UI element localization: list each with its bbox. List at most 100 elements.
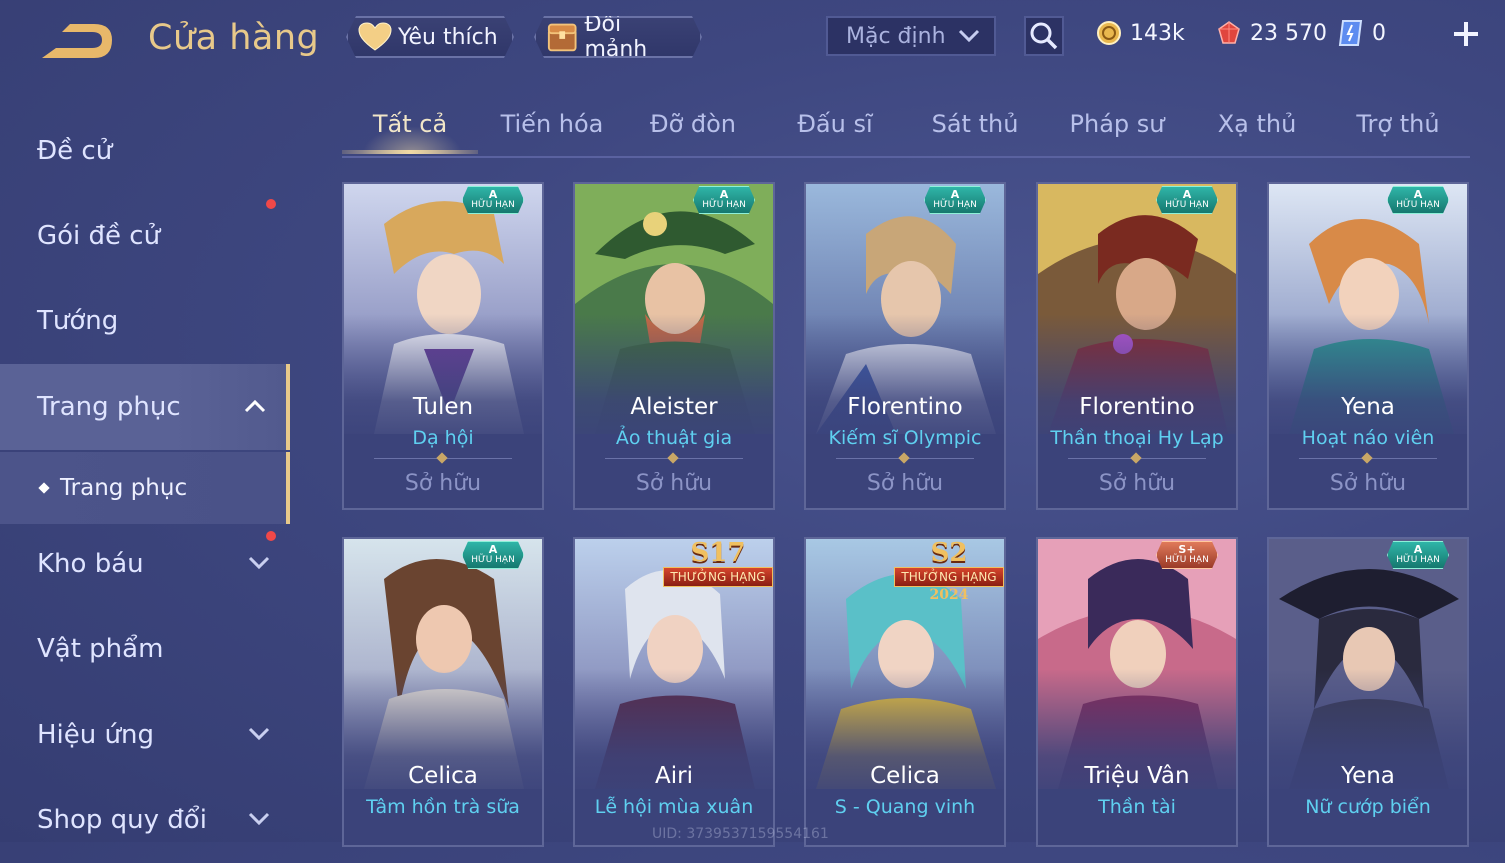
season-badge: S17 THƯỞNG HẠNG: [663, 539, 773, 597]
hero-name: Florentino: [1079, 394, 1195, 420]
skin-card[interactable]: S+ HỮU HẠN Triệu Vân Thần tài: [1036, 537, 1238, 847]
skin-name: Kiếm sĩ Olympic: [828, 427, 982, 449]
sidebar-subitem-label: Trang phục: [60, 475, 188, 501]
gem-amount: 23 570: [1250, 20, 1327, 46]
tab-tank[interactable]: Đỡ đòn: [625, 110, 761, 138]
sidebar-item-items[interactable]: Vật phẩm: [0, 606, 290, 692]
sidebar-item-label: Shop quy đổi: [37, 805, 207, 835]
tab-evolution[interactable]: Tiến hóa: [484, 110, 620, 138]
limited-badge: A HỮU HẠN: [1387, 541, 1449, 569]
active-tab-indicator: [342, 150, 478, 154]
exchange-fragments-button[interactable]: Đổi mảnh: [534, 16, 702, 58]
sidebar-item-treasure[interactable]: Kho báu: [0, 521, 290, 607]
limited-badge: S+ HỮU HẠN: [1156, 541, 1218, 569]
sidebar-item-skins[interactable]: Trang phục: [0, 364, 290, 450]
skin-name: Nữ cướp biển: [1305, 796, 1431, 818]
page-title: Cửa hàng: [148, 18, 320, 58]
skin-card[interactable]: A HỮU HẠN Aleister Ảo thuật gia Sở hữu: [573, 182, 775, 510]
hero-name: Triệu Vân: [1084, 763, 1190, 789]
limited-badge: A HỮU HẠN: [924, 186, 986, 214]
sidebar-item-label: Trang phục: [37, 392, 181, 422]
sidebar-item-heroes[interactable]: Tướng: [0, 278, 290, 364]
plus-icon: [1454, 22, 1478, 46]
search-icon: [1030, 22, 1058, 50]
card-shade: [1038, 669, 1236, 845]
skin-card[interactable]: A HỮU HẠN Florentino Thần thoại Hy Lạp Sở…: [1036, 182, 1238, 510]
voucher-amount: 0: [1372, 20, 1386, 46]
hero-name: Airi: [655, 763, 693, 789]
sidebar-subitem-skins[interactable]: Trang phục: [0, 452, 290, 524]
chevron-down-icon: [958, 29, 980, 43]
skin-name: Dạ hội: [412, 427, 474, 449]
sidebar: Đề cử Gói đề cử Tướng Trang phục Trang p…: [0, 100, 290, 842]
divider: [374, 458, 512, 459]
favorite-label: Yêu thích: [398, 24, 498, 50]
hero-name: Yena: [1341, 394, 1395, 420]
gold-amount: 143k: [1130, 20, 1185, 46]
tab-assassin[interactable]: Sát thủ: [907, 110, 1043, 138]
category-tabs: Tất cả Tiến hóa Đỡ đòn Đấu sĩ Sát thủ Ph…: [342, 100, 1470, 158]
skin-name: Lễ hội mùa xuân: [594, 796, 754, 818]
owned-status: Sở hữu: [404, 471, 482, 496]
season-badge: S2 THƯỞNG HẠNG 2024: [894, 539, 1004, 603]
sidebar-item-label: Đề cử: [37, 136, 113, 166]
limited-badge: A HỮU HẠN: [1387, 186, 1449, 214]
skin-card[interactable]: A HỮU HẠN Celica Tâm hồn trà sữa: [342, 537, 544, 847]
notification-dot: [266, 531, 276, 541]
back-arrow-icon: [42, 24, 112, 58]
heart-icon: [358, 22, 392, 52]
card-shade: [1269, 669, 1467, 845]
hero-name: Aleister: [630, 394, 718, 420]
skin-name: Hoạt náo viên: [1301, 427, 1435, 449]
skin-name: Tâm hồn trà sữa: [366, 796, 520, 818]
favorite-button[interactable]: Yêu thích: [346, 16, 514, 58]
top-up-button[interactable]: [1450, 18, 1482, 50]
sidebar-item-featured[interactable]: Đề cử: [0, 108, 290, 194]
limited-badge: A HỮU HẠN: [1156, 186, 1218, 214]
skin-card[interactable]: A HỮU HẠN Tulen Dạ hội Sở hữu: [342, 182, 544, 510]
back-button[interactable]: [36, 20, 116, 64]
tab-support[interactable]: Trợ thủ: [1330, 110, 1466, 138]
limited-badge: A HỮU HẠN: [693, 186, 755, 214]
chevron-down-icon: [248, 556, 270, 570]
divider: [1299, 458, 1437, 459]
voucher-balance: 0: [1338, 16, 1386, 50]
top-bar: Cửa hàng Yêu thích Đổi mảnh Mặc định 143…: [0, 0, 1505, 80]
sidebar-item-featured-packs[interactable]: Gói đề cử: [0, 193, 290, 279]
skin-card[interactable]: A HỮU HẠN Yena Nữ cướp biển: [1267, 537, 1469, 847]
skin-name: Thần tài: [1098, 796, 1176, 818]
sidebar-item-label: Vật phẩm: [37, 634, 164, 664]
tab-marksman[interactable]: Xạ thủ: [1189, 110, 1325, 138]
owned-status: Sở hữu: [1098, 471, 1176, 496]
skin-card[interactable]: A HỮU HẠN Yena Hoạt náo viên Sở hữu: [1267, 182, 1469, 510]
search-button[interactable]: [1024, 16, 1064, 56]
tab-warrior[interactable]: Đấu sĩ: [767, 110, 903, 138]
gold-balance: 143k: [1096, 16, 1185, 50]
chest-icon: [546, 21, 578, 53]
limited-badge: A HỮU HẠN: [462, 541, 524, 569]
skin-card[interactable]: S17 THƯỞNG HẠNG Airi Lễ hội mùa xuân: [573, 537, 775, 847]
tab-all[interactable]: Tất cả: [342, 110, 478, 138]
sidebar-item-effects[interactable]: Hiệu ứng: [0, 692, 290, 778]
card-shade: [806, 669, 1004, 845]
skin-name: Thần thoại Hy Lạp: [1050, 427, 1224, 449]
owned-status: Sở hữu: [866, 471, 944, 496]
hero-name: Tulen: [412, 394, 474, 420]
gem-balance: 23 570: [1216, 16, 1327, 50]
notification-dot: [266, 199, 276, 209]
sidebar-item-label: Tướng: [37, 306, 119, 336]
owned-status: Sở hữu: [635, 471, 713, 496]
sort-value: Mặc định: [846, 23, 946, 49]
skin-card[interactable]: A HỮU HẠN Florentino Kiếm sĩ Olympic Sở h…: [804, 182, 1006, 510]
tab-mage[interactable]: Pháp sư: [1049, 110, 1185, 138]
skin-card[interactable]: S2 THƯỞNG HẠNG 2024 Celica S - Quang vin…: [804, 537, 1006, 847]
chevron-down-icon: [248, 812, 270, 826]
hero-name: Celica: [870, 763, 940, 789]
chevron-down-icon: [248, 727, 270, 741]
hero-name: Florentino: [847, 394, 963, 420]
sidebar-item-exchange-shop[interactable]: Shop quy đổi: [0, 777, 290, 863]
skin-name: Ảo thuật gia: [615, 427, 733, 449]
ruby-gem-icon: [1218, 21, 1240, 44]
sort-dropdown[interactable]: Mặc định: [826, 16, 996, 56]
sidebar-item-label: Kho báu: [37, 549, 144, 579]
